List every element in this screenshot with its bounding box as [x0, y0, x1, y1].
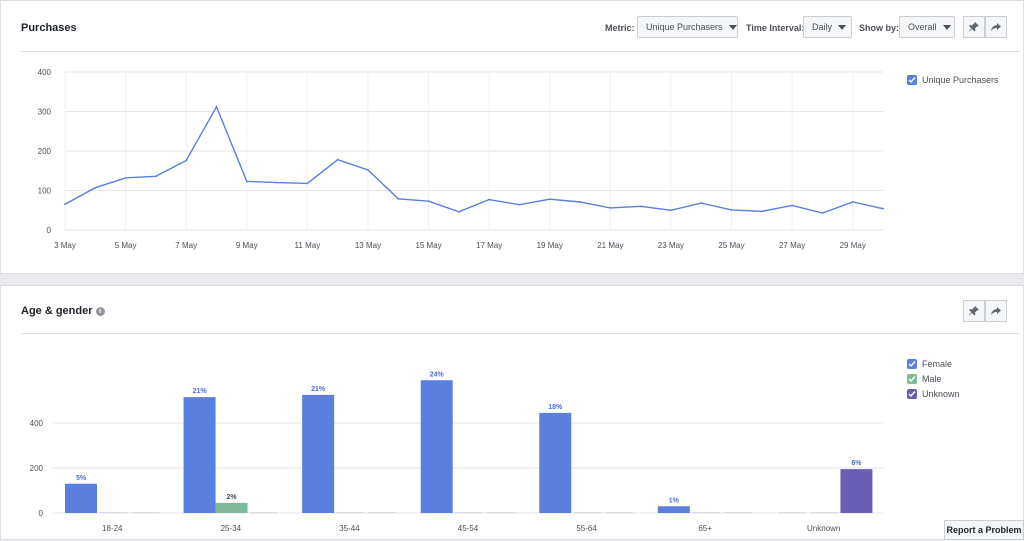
purchases-line-chart: 0 100 200 300 400 3 May 5 May 7 May 9 May 11 May 1… — [38, 68, 884, 250]
data-point — [124, 176, 127, 179]
y-tick-label: 300 — [38, 108, 52, 117]
purchases-card: Purchases Metric: Unique Purchasers Time… — [0, 0, 1024, 274]
checkbox-icon — [907, 74, 917, 85]
data-point — [427, 200, 430, 203]
x-tick-label: 21 May — [597, 241, 623, 250]
x-tick-label: 18-24 — [102, 524, 123, 533]
data-point — [791, 204, 794, 207]
data-point — [215, 105, 218, 108]
x-tick-label: 27 May — [779, 241, 805, 250]
x-tick-label: 7 May — [175, 241, 197, 250]
y-tick-label: 100 — [38, 187, 52, 196]
x-tick-label: 29 May — [840, 241, 866, 250]
data-label: 21% — [193, 388, 208, 395]
bar-unknown-unknown — [840, 469, 873, 513]
checkbox-icon — [907, 373, 917, 384]
data-label: 6% — [851, 460, 862, 467]
data-point — [821, 212, 824, 214]
data-point — [579, 201, 581, 203]
report-problem-button[interactable]: Report a Problem — [944, 520, 1024, 540]
x-tick-label: 5 May — [115, 241, 137, 250]
data-point — [367, 169, 369, 171]
x-tick-label: 25-34 — [221, 524, 242, 533]
legend-label: Unique Purchasers — [922, 74, 999, 85]
data-point — [700, 202, 703, 205]
data-point — [882, 207, 884, 210]
data-point — [488, 198, 491, 201]
data-point — [730, 208, 733, 211]
x-tick-label: Unknown — [807, 524, 840, 533]
data-point — [397, 197, 400, 200]
data-label: 18% — [548, 404, 563, 411]
data-point — [306, 182, 309, 185]
y-tick-label: 400 — [30, 419, 44, 428]
age-gender-bar-chart: 0 200 400 5% 18-24 21% 2% 25-34 21% 35-44 24% 45-54… — [30, 371, 883, 533]
x-tick-label: 11 May — [295, 241, 321, 250]
data-point — [639, 205, 642, 208]
bar-female-25-34 — [183, 397, 216, 513]
x-tick-label: 35-44 — [339, 524, 360, 533]
y-tick-label: 0 — [47, 226, 52, 235]
y-tick-label: 200 — [30, 464, 44, 473]
bar-female-18-24 — [65, 483, 97, 513]
bar-female-45-54 — [420, 380, 453, 513]
x-tick-label: 3 May — [54, 241, 76, 250]
data-point — [851, 201, 854, 203]
bar-female-35-44 — [302, 394, 335, 513]
x-tick-label: 23 May — [658, 241, 684, 250]
purchases-legend: Unique Purchasers — [907, 72, 999, 87]
legend-item-unknown[interactable]: Unknown — [907, 386, 960, 401]
data-point — [548, 198, 551, 201]
data-point — [457, 210, 460, 213]
data-point — [94, 186, 97, 189]
y-tick-label: 0 — [39, 509, 44, 518]
x-tick-label: 19 May — [537, 241, 563, 250]
data-point — [276, 181, 278, 184]
x-tick-label: 55-64 — [576, 524, 597, 533]
y-tick-label: 400 — [38, 68, 52, 77]
data-label: 1% — [669, 497, 680, 504]
age-gender-card: Age & gender i 0 200 400 5% 18-24 21% 2% 25-34 21… — [0, 285, 1024, 540]
x-tick-label: 9 May — [236, 241, 258, 250]
x-tick-label: 25 May — [718, 241, 744, 250]
legend-item-female[interactable]: Female — [907, 356, 960, 371]
data-point — [760, 210, 763, 213]
data-label: 21% — [311, 386, 326, 393]
data-label: 2% — [227, 494, 238, 501]
x-tick-label: 45-54 — [458, 524, 479, 533]
data-point — [245, 180, 248, 183]
bar-female-65+ — [657, 506, 690, 513]
data-point — [670, 209, 672, 212]
data-point — [154, 175, 157, 178]
x-tick-label: 15 May — [415, 241, 441, 250]
data-point — [518, 203, 521, 206]
bar-male-25-34 — [215, 502, 248, 513]
data-point — [336, 158, 339, 161]
bar-female-55-64 — [539, 412, 572, 513]
legend-item-unique-purchasers[interactable]: Unique Purchasers — [907, 72, 999, 87]
age-gender-legend: Female Male Unknown — [907, 356, 960, 401]
checkbox-icon — [907, 388, 917, 399]
data-label: 5% — [76, 475, 87, 482]
x-tick-label: 65+ — [698, 524, 712, 533]
legend-label: Male — [922, 373, 942, 384]
data-point — [64, 203, 66, 206]
legend-label: Unknown — [922, 388, 960, 399]
legend-label: Female — [922, 358, 953, 369]
x-tick-label: 13 May — [355, 241, 381, 250]
legend-item-male[interactable]: Male — [907, 371, 960, 386]
checkbox-icon — [907, 358, 917, 369]
data-point — [185, 159, 188, 162]
data-label: 24% — [430, 371, 445, 378]
y-tick-label: 200 — [38, 147, 52, 156]
x-tick-label: 17 May — [476, 241, 502, 250]
series-line-unique-purchasers — [64, 105, 884, 214]
data-point — [609, 206, 612, 209]
